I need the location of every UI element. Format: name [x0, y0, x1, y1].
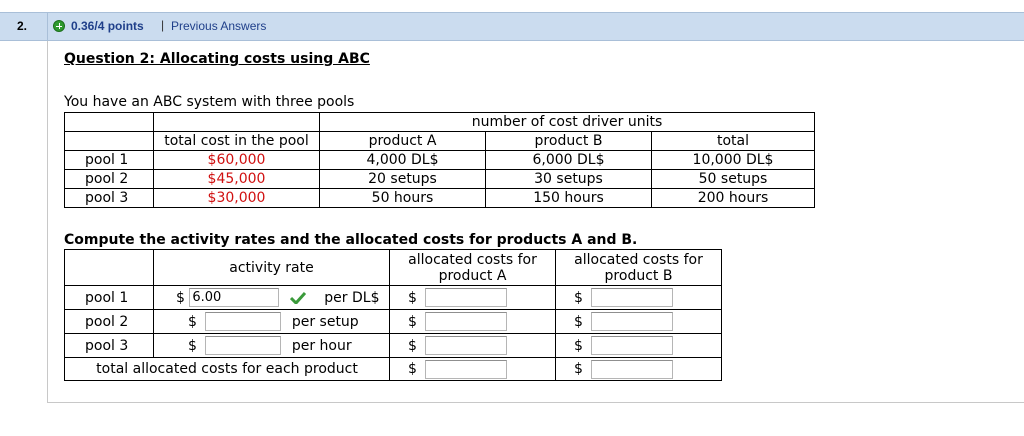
question-instruction: Compute the activity rates and the alloc… [64, 232, 638, 248]
currency-symbol: $ [574, 289, 583, 306]
currency-symbol: $ [574, 313, 583, 330]
header-separator: | [161, 18, 165, 32]
total-allocated-label: total allocated costs for each product [64, 357, 390, 381]
pool-label: pool 1 [64, 285, 154, 310]
answer-table: activity rate allocated costs for produc… [64, 249, 722, 381]
pool-label: pool 3 [64, 188, 154, 208]
currency-symbol: $ [408, 337, 417, 354]
blank-cell [153, 112, 320, 132]
product-b-units: 6,000 DL$ [485, 150, 652, 170]
table-row: pool 3 $ per hour $ $ [64, 333, 722, 358]
currency-symbol: $ [574, 361, 583, 377]
pool-label: pool 3 [64, 333, 154, 358]
total-units: 10,000 DL$ [651, 150, 815, 170]
total-a-input[interactable] [425, 359, 508, 379]
product-a-units: 50 hours [319, 188, 486, 208]
rate-unit: per hour [291, 337, 352, 354]
alloc-a-input-pool-2[interactable] [425, 312, 508, 331]
currency-symbol: $ [188, 313, 197, 330]
total-b-input[interactable] [591, 359, 674, 379]
table-row: pool 1 $60,000 4,000 DL$ 6,000 DL$ 10,00… [64, 150, 815, 170]
pool-label: pool 2 [64, 309, 154, 334]
header-product-b: product B [485, 131, 652, 151]
total-units: 200 hours [651, 188, 815, 208]
alloc-a-input-pool-1[interactable] [425, 288, 508, 307]
blank-cell [64, 249, 154, 286]
header-alloc-b: allocated costs for product B [555, 249, 722, 286]
rate-input-pool-2[interactable] [205, 312, 282, 331]
question-title: Question 2: Allocating costs using ABC [64, 51, 370, 67]
alloc-b-input-pool-1[interactable] [591, 288, 674, 307]
header-total: total [651, 131, 815, 151]
pool-cost: $60,000 [153, 150, 320, 170]
currency-symbol: $ [408, 361, 417, 377]
table-row: total allocated costs for each product $… [64, 357, 722, 381]
table-row: pool 2 $45,000 20 setups 30 setups 50 se… [64, 169, 815, 189]
header-activity-rate: activity rate [153, 249, 390, 286]
question-intro: You have an ABC system with three pools [64, 94, 355, 110]
previous-answers-link[interactable]: Previous Answers [171, 19, 266, 33]
currency-symbol: $ [188, 337, 197, 354]
product-a-units: 20 setups [319, 169, 486, 189]
question-header: 2. 0.36/4 points | Previous Answers [0, 12, 1024, 41]
table-row: pool 3 $30,000 50 hours 150 hours 200 ho… [64, 188, 815, 208]
rate-unit: per DL$ [324, 289, 380, 306]
pool-cost: $45,000 [153, 169, 320, 189]
product-b-units: 150 hours [485, 188, 652, 208]
currency-symbol: $ [176, 289, 185, 306]
group-header: number of cost driver units [319, 112, 815, 132]
points-score: 0.36/4 points [71, 19, 144, 33]
alloc-b-input-pool-3[interactable] [591, 336, 674, 355]
total-units: 50 setups [651, 169, 815, 189]
alloc-b-input-pool-2[interactable] [591, 312, 674, 331]
rate-unit: per setup [291, 313, 359, 330]
rate-input-pool-1[interactable]: 6.00 [189, 288, 280, 307]
currency-symbol: $ [408, 289, 417, 306]
product-a-units: 4,000 DL$ [319, 150, 486, 170]
check-icon [289, 291, 306, 304]
table-row: pool 1 $ 6.00 per DL$ $ $ [64, 285, 722, 310]
plus-icon [53, 20, 65, 32]
alloc-a-input-pool-3[interactable] [425, 336, 508, 355]
header-alloc-a: allocated costs for product A [389, 249, 556, 286]
rate-input-pool-3[interactable] [205, 336, 282, 355]
product-b-units: 30 setups [485, 169, 652, 189]
header-product-a: product A [319, 131, 486, 151]
blank-cell [64, 112, 154, 132]
pool-label: pool 2 [64, 169, 154, 189]
currency-symbol: $ [574, 337, 583, 354]
question-number: 2. [17, 19, 28, 33]
pool-label: pool 1 [64, 150, 154, 170]
currency-symbol: $ [408, 313, 417, 330]
header-total-cost: total cost in the pool [153, 131, 320, 151]
blank-cell [64, 131, 154, 151]
table-row: pool 2 $ per setup $ $ [64, 309, 722, 334]
pools-table: number of cost driver units total cost i… [64, 112, 815, 208]
pool-cost: $30,000 [153, 188, 320, 208]
